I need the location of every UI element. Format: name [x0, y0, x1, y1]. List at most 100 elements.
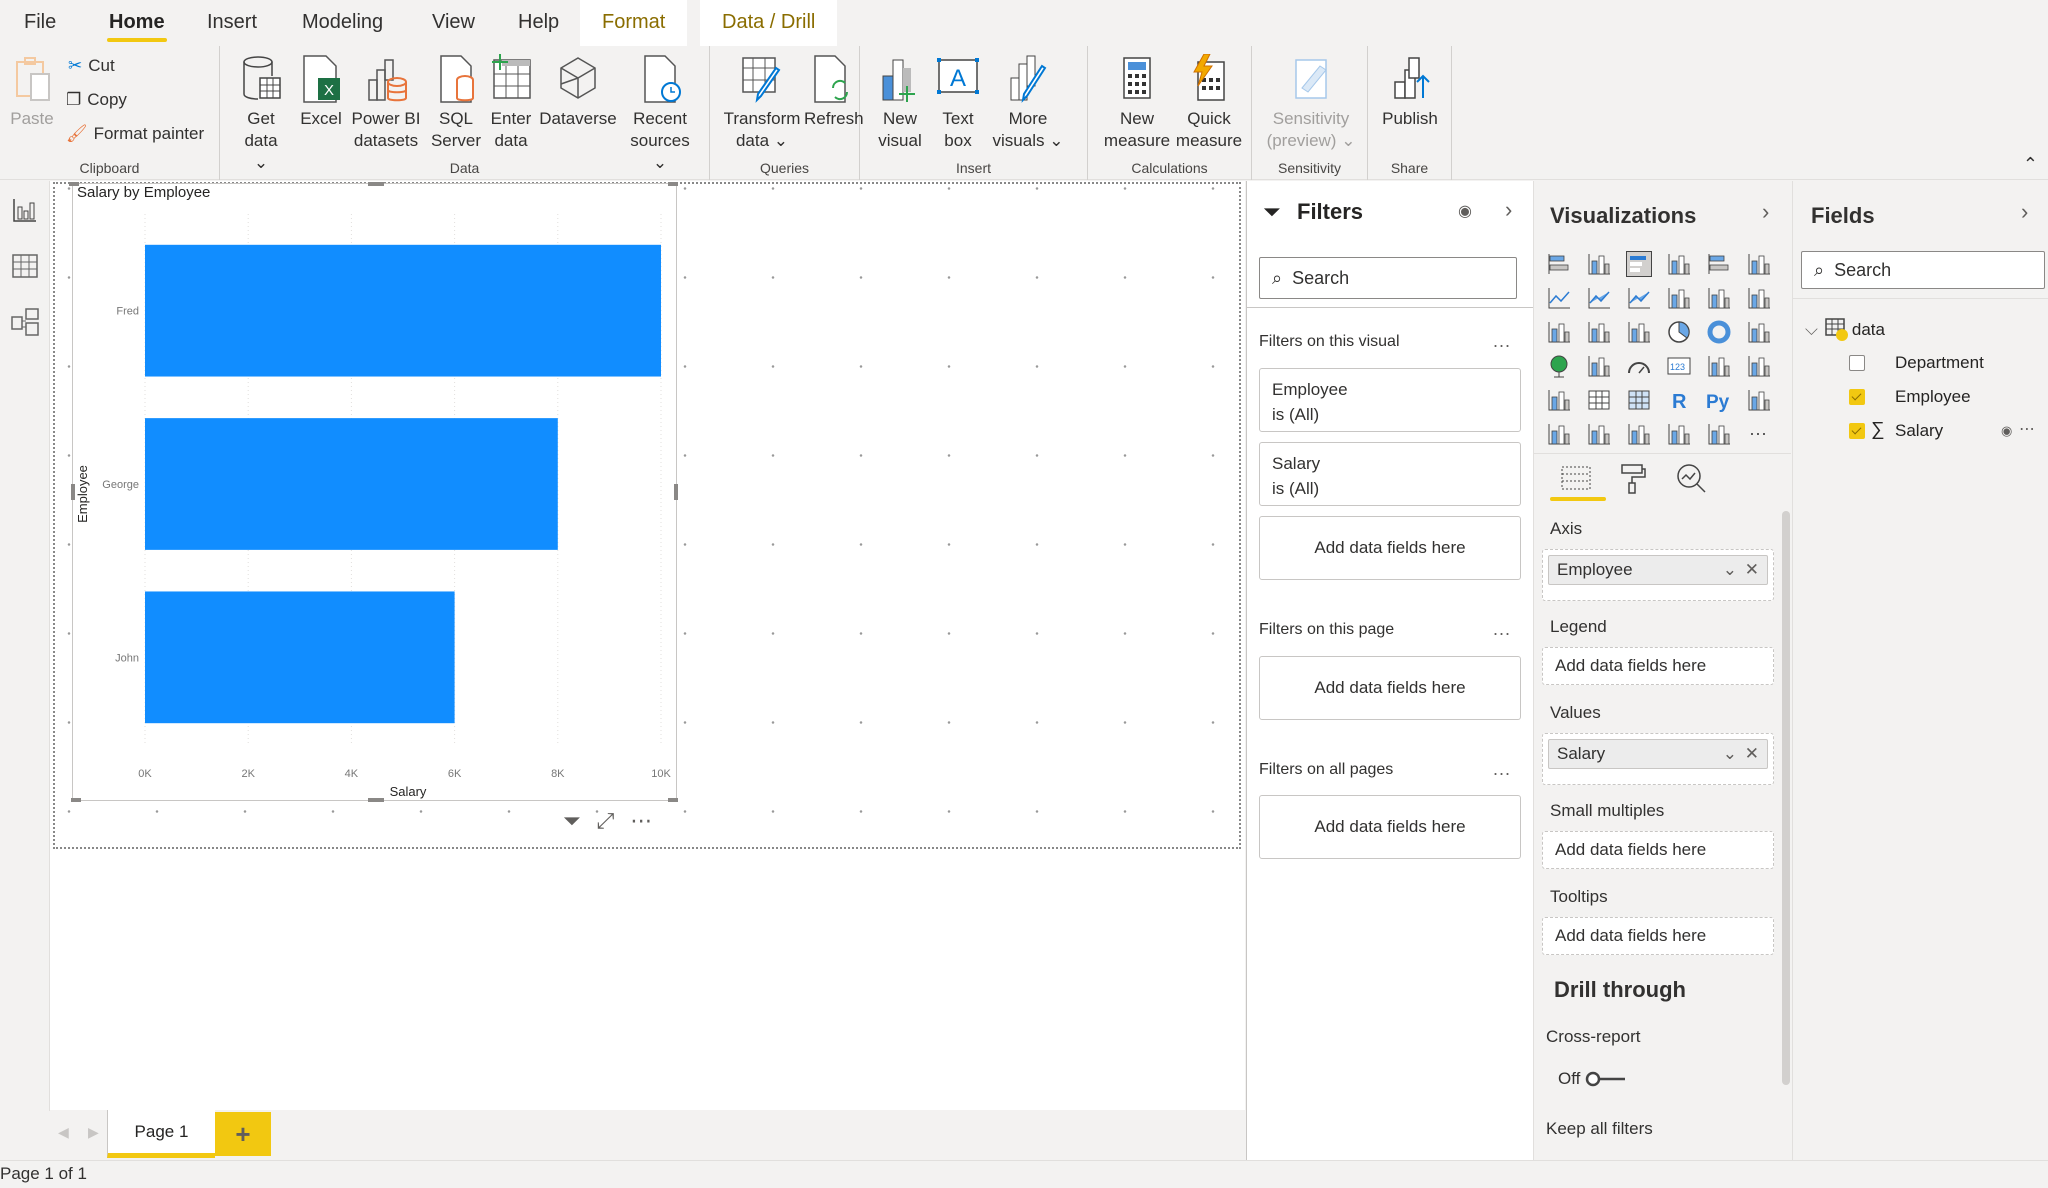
new-measure-button[interactable]: New measure	[1102, 54, 1172, 152]
model-view-icon[interactable]	[10, 307, 40, 337]
table-icon[interactable]	[1586, 387, 1612, 413]
field-department[interactable]: Department	[1895, 353, 1984, 373]
stacked-column-icon[interactable]	[1586, 251, 1612, 277]
r-script-icon[interactable]: R	[1666, 387, 1692, 413]
clustered-column-icon[interactable]	[1666, 251, 1692, 277]
copy-button[interactable]: ❐ Copy	[66, 90, 127, 110]
sensitivity-button[interactable]: Sensitivity (preview) ⌄	[1266, 54, 1356, 152]
refresh-button[interactable]: Refresh	[804, 54, 864, 130]
resize-handle[interactable]	[668, 798, 678, 802]
python-icon[interactable]: Py	[1706, 387, 1732, 413]
waterfall-icon[interactable]	[1546, 319, 1572, 345]
axis-well[interactable]: Employee ⌄ ✕	[1542, 549, 1774, 601]
add-page-button[interactable]: +	[215, 1112, 271, 1156]
powerbi-datasets-button[interactable]: Power BI datasets	[348, 54, 424, 152]
100-stacked-bar-icon[interactable]	[1706, 251, 1732, 277]
small-multiples-well[interactable]: Add data fields here	[1542, 831, 1774, 869]
tab-home[interactable]: Home	[107, 0, 167, 46]
field-employee[interactable]: Employee	[1895, 387, 1971, 407]
resize-handle[interactable]	[368, 798, 384, 802]
text-box-button[interactable]: A Text box	[932, 54, 984, 152]
fields-tab-icon[interactable]	[1558, 463, 1594, 493]
report-view-icon[interactable]	[10, 195, 40, 225]
smart-narrative-icon[interactable]	[1626, 421, 1652, 447]
get-data-button[interactable]: Get data ⌄	[236, 54, 286, 174]
cut-button[interactable]: ✂ Cut	[68, 56, 115, 76]
arcgis-icon[interactable]	[1666, 421, 1692, 447]
tooltips-well[interactable]: Add data fields here	[1542, 917, 1774, 955]
stacked-bar-icon[interactable]	[1546, 251, 1572, 277]
chevron-down-icon[interactable]: ⌵	[1805, 320, 1818, 340]
filter-icon[interactable]: ⏷	[563, 808, 581, 834]
tab-insert[interactable]: Insert	[205, 0, 259, 46]
remove-field-icon[interactable]: ✕	[1745, 556, 1759, 584]
chevron-down-icon[interactable]: ⌄	[1723, 740, 1737, 768]
bar-john[interactable]	[145, 591, 455, 724]
more-visuals-button[interactable]: More visuals ⌄	[988, 54, 1068, 152]
resize-handle[interactable]	[71, 484, 75, 500]
format-paint-roller-icon[interactable]	[1618, 461, 1648, 495]
axis-field-pill[interactable]: Employee ⌄ ✕	[1548, 555, 1768, 585]
remove-field-icon[interactable]: ✕	[1745, 740, 1759, 768]
more-visuals-icon[interactable]: ···	[1746, 421, 1772, 447]
table-data[interactable]: ⌵ data	[1805, 317, 1885, 342]
key-influencers-icon[interactable]	[1746, 387, 1772, 413]
ribbon-icon[interactable]	[1746, 285, 1772, 311]
100-stacked-column-icon[interactable]	[1746, 251, 1772, 277]
treemap-icon[interactable]	[1746, 319, 1772, 345]
add-all-pages-filter-dropzone[interactable]: Add data fields here	[1259, 795, 1521, 859]
scatter-icon[interactable]	[1626, 319, 1652, 345]
prev-page-icon[interactable]: ◀	[58, 1124, 69, 1141]
bar-chart-visual[interactable]: Salary by Employee Fred George John 0K 2K 4K…	[69, 182, 678, 802]
new-visual-button[interactable]: New visual	[872, 54, 928, 152]
salary-checkbox[interactable]	[1849, 423, 1865, 439]
eye-icon[interactable]: ◉	[1458, 201, 1472, 221]
collapse-ribbon-icon[interactable]: ⌃	[2023, 154, 2038, 175]
tab-format[interactable]: Format	[580, 0, 688, 46]
slicer-icon[interactable]	[1546, 387, 1572, 413]
filter-card-salary[interactable]: Salary is (All)	[1259, 442, 1521, 506]
quick-measure-button[interactable]: Quick measure	[1174, 53, 1244, 152]
legend-well[interactable]: Add data fields here	[1542, 647, 1774, 685]
filters-search-input[interactable]: ⌕ Search	[1259, 257, 1517, 299]
card-icon[interactable]: 123	[1666, 353, 1692, 379]
more-options-icon[interactable]: ...	[1493, 331, 1511, 352]
next-page-icon[interactable]: ▶	[88, 1124, 99, 1141]
analytics-icon[interactable]	[1674, 461, 1708, 495]
resize-handle[interactable]	[69, 182, 79, 186]
line-clustered-column-icon[interactable]	[1666, 285, 1692, 311]
collapse-fields-icon[interactable]: ›	[2021, 199, 2028, 225]
decomposition-tree-icon[interactable]	[1546, 421, 1572, 447]
resize-handle[interactable]	[71, 798, 81, 802]
matrix-icon[interactable]	[1626, 387, 1652, 413]
chevron-down-icon[interactable]: ⌄	[1723, 556, 1737, 584]
focus-mode-icon[interactable]: ⤢	[597, 808, 615, 834]
cross-report-toggle[interactable]: Off	[1558, 1069, 1630, 1089]
paste-button[interactable]: Paste	[10, 54, 54, 130]
resize-handle[interactable]	[674, 484, 678, 500]
resize-handle[interactable]	[668, 182, 678, 186]
donut-icon[interactable]	[1706, 319, 1732, 345]
scrollbar[interactable]	[1782, 511, 1790, 1085]
more-options-icon[interactable]: ...	[1493, 619, 1511, 640]
format-painter-button[interactable]: 🖌 Format painter	[66, 124, 204, 144]
sql-server-button[interactable]: SQL Server	[428, 54, 484, 152]
page-tab-page-1[interactable]: Page 1	[107, 1110, 215, 1158]
dataverse-button[interactable]: Dataverse	[538, 54, 618, 130]
tab-help[interactable]: Help	[516, 0, 561, 46]
add-visual-filter-dropzone[interactable]: Add data fields here	[1259, 516, 1521, 580]
publish-button[interactable]: Publish	[1378, 54, 1442, 130]
employee-checkbox[interactable]	[1849, 389, 1865, 405]
transform-data-button[interactable]: Transform data ⌄	[722, 54, 802, 152]
eye-icon[interactable]: ◉	[2001, 423, 2012, 439]
collapse-filters-icon[interactable]: ›	[1505, 197, 1512, 223]
filled-map-icon[interactable]	[1586, 353, 1612, 379]
stacked-area-icon[interactable]	[1626, 285, 1652, 311]
gauge-icon[interactable]	[1626, 353, 1652, 379]
pie-icon[interactable]	[1666, 319, 1692, 345]
fields-search-input[interactable]: ⌕ Search	[1801, 251, 2045, 289]
line-icon[interactable]	[1546, 285, 1572, 311]
power-apps-icon[interactable]	[1706, 421, 1732, 447]
tab-modeling[interactable]: Modeling	[300, 0, 385, 46]
bar-fred[interactable]	[145, 244, 661, 377]
